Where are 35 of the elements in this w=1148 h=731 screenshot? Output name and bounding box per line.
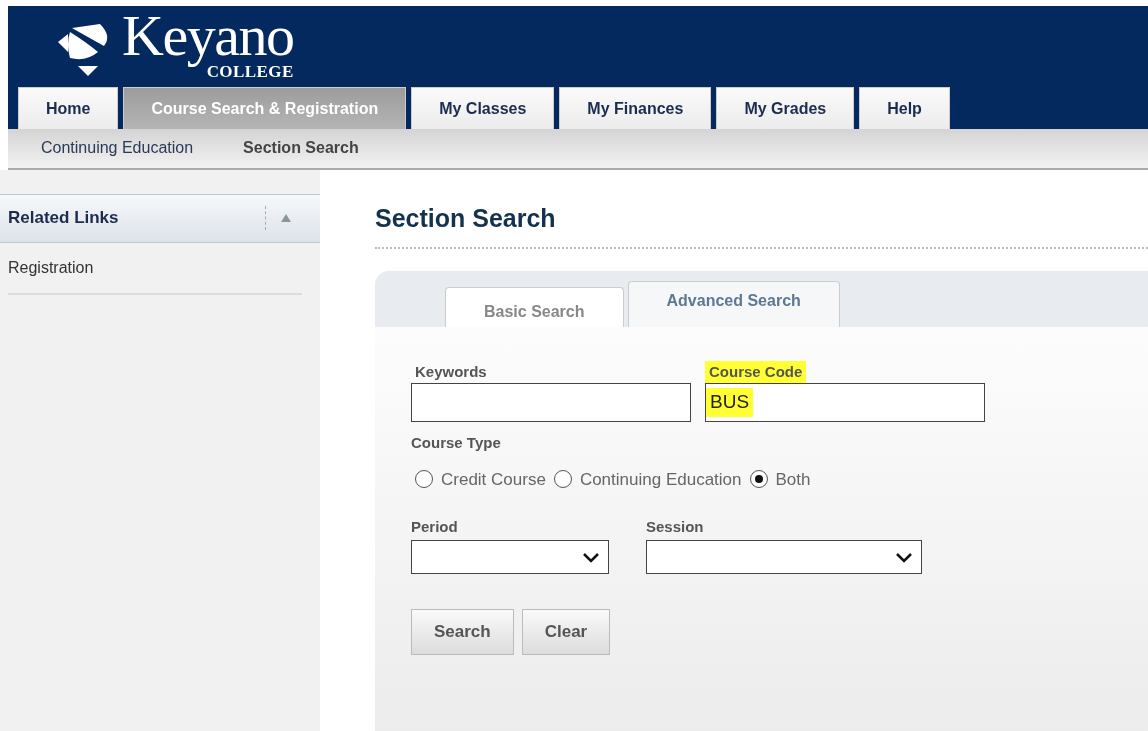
nav-tab[interactable]: Home	[18, 87, 119, 130]
search-tab[interactable]: Advanced Search	[627, 281, 840, 327]
page-title: Section Search	[375, 203, 556, 232]
radio-label: Credit Course	[441, 468, 546, 491]
field-label: Session	[646, 517, 705, 537]
radio-button[interactable]	[553, 470, 572, 489]
nav-tab[interactable]: My Finances	[559, 87, 712, 130]
dropdown[interactable]	[411, 540, 609, 574]
sidebar-link[interactable]: Registration	[8, 255, 94, 280]
field-label: Keywords	[414, 362, 488, 382]
text-field[interactable]: BUS	[705, 383, 985, 422]
nav-tab[interactable]: Help	[859, 87, 950, 130]
sidebar-title: Related Links	[8, 207, 119, 230]
dropdown[interactable]	[646, 540, 922, 574]
search-tab[interactable]: Basic Search	[445, 287, 624, 327]
radio-label: Both	[775, 468, 811, 491]
logo-subtitle: COLLEGE	[206, 62, 294, 83]
nav-tab[interactable]: My Classes	[411, 87, 555, 130]
radio-button[interactable]	[749, 470, 768, 489]
field-label: Course Type	[411, 433, 502, 453]
chevron-down-icon	[895, 551, 913, 563]
sub-nav-link[interactable]: Section Search	[243, 136, 359, 161]
text-field[interactable]	[411, 383, 691, 422]
radio-button[interactable]	[415, 470, 433, 489]
form-button[interactable]: Search	[411, 609, 514, 655]
field-label: Course Code	[705, 361, 807, 383]
field-label: Period	[411, 517, 459, 537]
field-value: BUS	[706, 388, 754, 417]
sub-nav-link[interactable]: Continuing Education	[41, 136, 194, 161]
form-button[interactable]: Clear	[521, 609, 611, 655]
nav-tab[interactable]: My Grades	[716, 87, 855, 130]
radio-label: Continuing Education	[579, 468, 742, 491]
chevron-down-icon	[582, 551, 600, 563]
triangle-up-icon	[280, 213, 292, 223]
collapse-button[interactable]	[280, 213, 292, 223]
